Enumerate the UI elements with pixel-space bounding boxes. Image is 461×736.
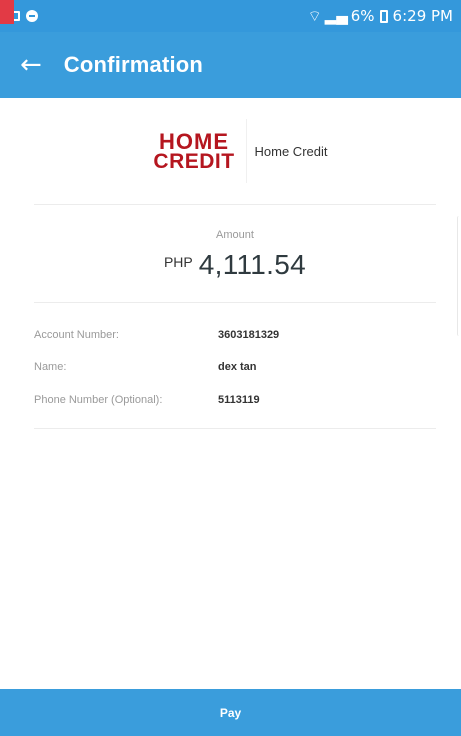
- status-system: ⌔ ▂▄ 6% 6:29 PM: [308, 7, 453, 26]
- logo-line-1: HOME: [159, 128, 230, 154]
- detail-row-phone-number: Phone Number (Optional): 5113119: [34, 390, 436, 410]
- phone-number-label: Phone Number (Optional):: [34, 394, 163, 406]
- logo-line-2: CREDIT: [153, 150, 235, 174]
- home-credit-logo: HOME CREDIT: [143, 119, 247, 183]
- payment-details: Account Number: 3603181329 Name: dex tan…: [34, 303, 436, 429]
- amount-row: PHP 4,111.54: [34, 249, 436, 281]
- status-bar: ⌔ ▂▄ 6% 6:29 PM: [0, 0, 461, 32]
- detail-row-account-number: Account Number: 3603181329: [34, 325, 436, 345]
- scroll-indicator: [457, 216, 461, 336]
- phone-number-value: 5113119: [218, 394, 260, 406]
- wifi-icon: ⌔: [307, 6, 322, 25]
- page-title: Confirmation: [63, 52, 204, 77]
- account-number-value: 3603181329: [218, 329, 280, 341]
- notification-indicator: [0, 0, 14, 24]
- amount-label: Amount: [216, 229, 254, 241]
- battery-percent: 6%: [350, 7, 375, 25]
- app-bar: ← Confirmation: [0, 32, 461, 98]
- merchant-name: Home Credit: [254, 143, 328, 159]
- merchant-header: HOME CREDIT Home Credit: [34, 98, 436, 205]
- amount-value: 4,111.54: [198, 249, 307, 280]
- name-label: Name:: [34, 361, 67, 373]
- amount-currency: PHP: [163, 254, 193, 270]
- detail-row-name: Name: dex tan: [34, 357, 436, 377]
- clock: 6:29 PM: [392, 7, 453, 25]
- battery-icon: [379, 9, 388, 23]
- amount-section: Amount PHP 4,111.54: [34, 205, 436, 303]
- message-notification-icon: [26, 10, 38, 22]
- confirmation-content: HOME CREDIT Home Credit Amount PHP 4,111…: [0, 98, 461, 710]
- arrow-left-icon[interactable]: ←: [20, 52, 42, 78]
- signal-icon: ▂▄: [324, 7, 348, 25]
- account-number-label: Account Number:: [34, 329, 119, 341]
- pay-button[interactable]: Pay: [0, 689, 461, 736]
- name-value: dex tan: [218, 361, 257, 373]
- status-notifications: [0, 0, 38, 24]
